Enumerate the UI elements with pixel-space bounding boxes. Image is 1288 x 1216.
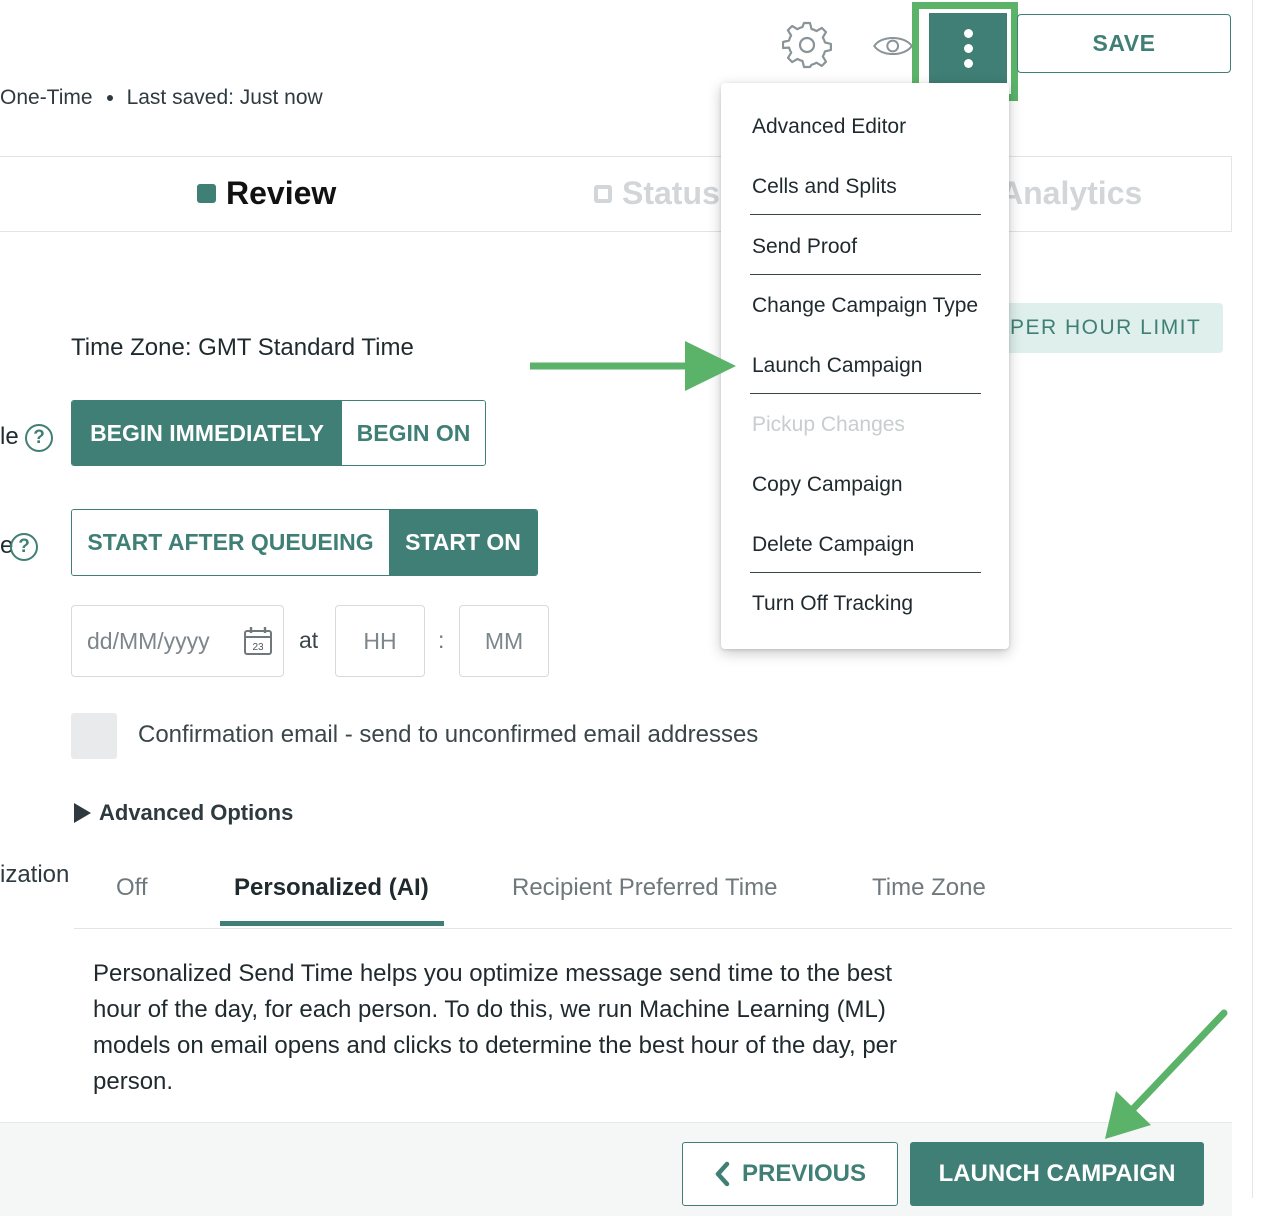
time-separator: : [438,627,445,653]
menu-item-launch-campaign[interactable]: Launch Campaign [752,354,922,378]
previous-button[interactable]: PREVIOUS [682,1142,898,1206]
date-placeholder: dd/MM/yyyy [87,627,210,654]
begin-toggle: BEGIN IMMEDIATELY BEGIN ON [71,400,486,466]
menu-divider [750,274,981,275]
send-time-description: Personalized Send Time helps you optimiz… [93,960,898,1095]
save-button[interactable]: SAVE [1017,14,1231,73]
menu-item-copy-campaign[interactable]: Copy Campaign [752,473,903,497]
menu-item-advanced-editor[interactable]: Advanced Editor [752,115,906,139]
last-saved: Last saved: Just now [126,86,323,109]
arrow-to-launch-button [1105,1009,1228,1139]
calendar-icon[interactable]: 23 [243,626,273,656]
panel-divider [1252,0,1253,1198]
menu-item-change-campaign-type[interactable]: Change Campaign Type [752,294,978,318]
menu-item-send-proof[interactable]: Send Proof [752,235,857,259]
menu-divider [750,572,981,573]
active-step-marker [197,184,216,203]
menu-item-delete-campaign[interactable]: Delete Campaign [752,533,914,557]
menu-item-cells-and-splits[interactable]: Cells and Splits [752,175,897,199]
start-toggle: START AFTER QUEUEING START ON [71,509,538,576]
chevron-left-icon [715,1161,730,1187]
schedule-label-fragment: le [0,423,19,450]
advanced-options-toggle[interactable]: Advanced Options [74,800,293,826]
active-tab-underline [220,921,444,926]
inactive-step-marker [594,184,612,203]
campaign-meta: One-Time Last saved: Just now [0,86,323,110]
menu-item-pickup-changes: Pickup Changes [752,413,905,436]
triangle-right-icon [74,803,91,823]
confirmation-label: Confirmation email - send to unconfirmed… [138,721,759,748]
begin-immediately-option[interactable]: BEGIN IMMEDIATELY [72,401,342,465]
time-zone-label: Time Zone: GMT Standard Time [71,334,414,361]
menu-item-turn-off-tracking[interactable]: Turn Off Tracking [752,592,913,616]
tab-recipient-preferred-time[interactable]: Recipient Preferred Time [512,874,777,902]
gear-icon [782,21,832,69]
settings-button[interactable] [780,18,834,72]
send-time-label-fragment: ization [0,861,70,888]
step-status[interactable]: Status [594,175,720,212]
step-review[interactable]: Review [197,175,336,212]
tab-time-zone[interactable]: Time Zone [872,874,986,902]
tab-off[interactable]: Off [116,874,148,902]
at-label: at [299,627,319,653]
tab-personalized-ai[interactable]: Personalized (AI) [234,874,429,902]
svg-text:23: 23 [252,642,264,653]
campaign-type: One-Time [0,86,93,109]
begin-on-option[interactable]: BEGIN ON [342,401,485,465]
menu-divider [750,214,981,215]
step-analytics[interactable]: Analytics [1000,175,1142,212]
confirmation-checkbox[interactable] [71,713,117,759]
help-icon[interactable]: ? [25,424,53,452]
send-time-tabs: Off Personalized (AI) Recipient Preferre… [74,852,1232,929]
arrow-to-launch-menu-item [530,341,736,391]
help-icon[interactable]: ? [10,533,38,561]
more-options-menu: Advanced Editor Cells and Splits Send Pr… [721,83,1009,649]
menu-divider [750,393,981,394]
hour-input[interactable]: HH [335,605,425,677]
step-tabs: Review Status Analytics [0,156,1232,232]
minute-input[interactable]: MM [459,605,549,677]
start-after-queueing-option[interactable]: START AFTER QUEUEING [72,510,389,575]
date-input[interactable]: dd/MM/yyyy 23 [71,605,284,677]
per-hour-limit-button[interactable]: PER HOUR LIMIT [1000,303,1223,353]
start-on-option[interactable]: START ON [389,510,537,575]
launch-campaign-button[interactable]: LAUNCH CAMPAIGN [910,1142,1204,1206]
